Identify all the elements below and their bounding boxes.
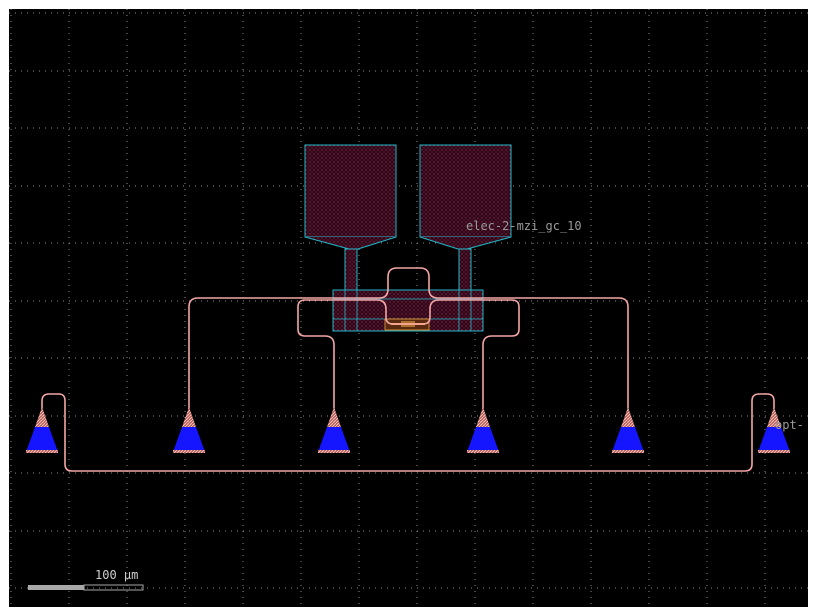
heater-region[interactable] xyxy=(332,289,484,332)
scale-bar xyxy=(28,584,144,591)
layout-canvas[interactable]: elec-2-mzi_gc_10 opt- 100 μm xyxy=(9,9,808,607)
grating-coupler-icon[interactable] xyxy=(467,407,499,453)
grating-coupler-icon[interactable] xyxy=(26,407,58,453)
grating-coupler-icon[interactable] xyxy=(318,407,350,453)
grating-couplers xyxy=(26,407,790,453)
layout-svg: elec-2-mzi_gc_10 opt- 100 μm xyxy=(9,9,808,607)
scale-bar-label: 100 μm xyxy=(95,568,138,582)
bond-pad-left[interactable] xyxy=(304,144,397,300)
opt-port-label: opt- xyxy=(775,418,804,432)
grating-coupler-icon[interactable] xyxy=(173,407,205,453)
elec-port-label: elec-2-mzi_gc_10 xyxy=(466,219,582,233)
grating-coupler-icon[interactable] xyxy=(612,407,644,453)
